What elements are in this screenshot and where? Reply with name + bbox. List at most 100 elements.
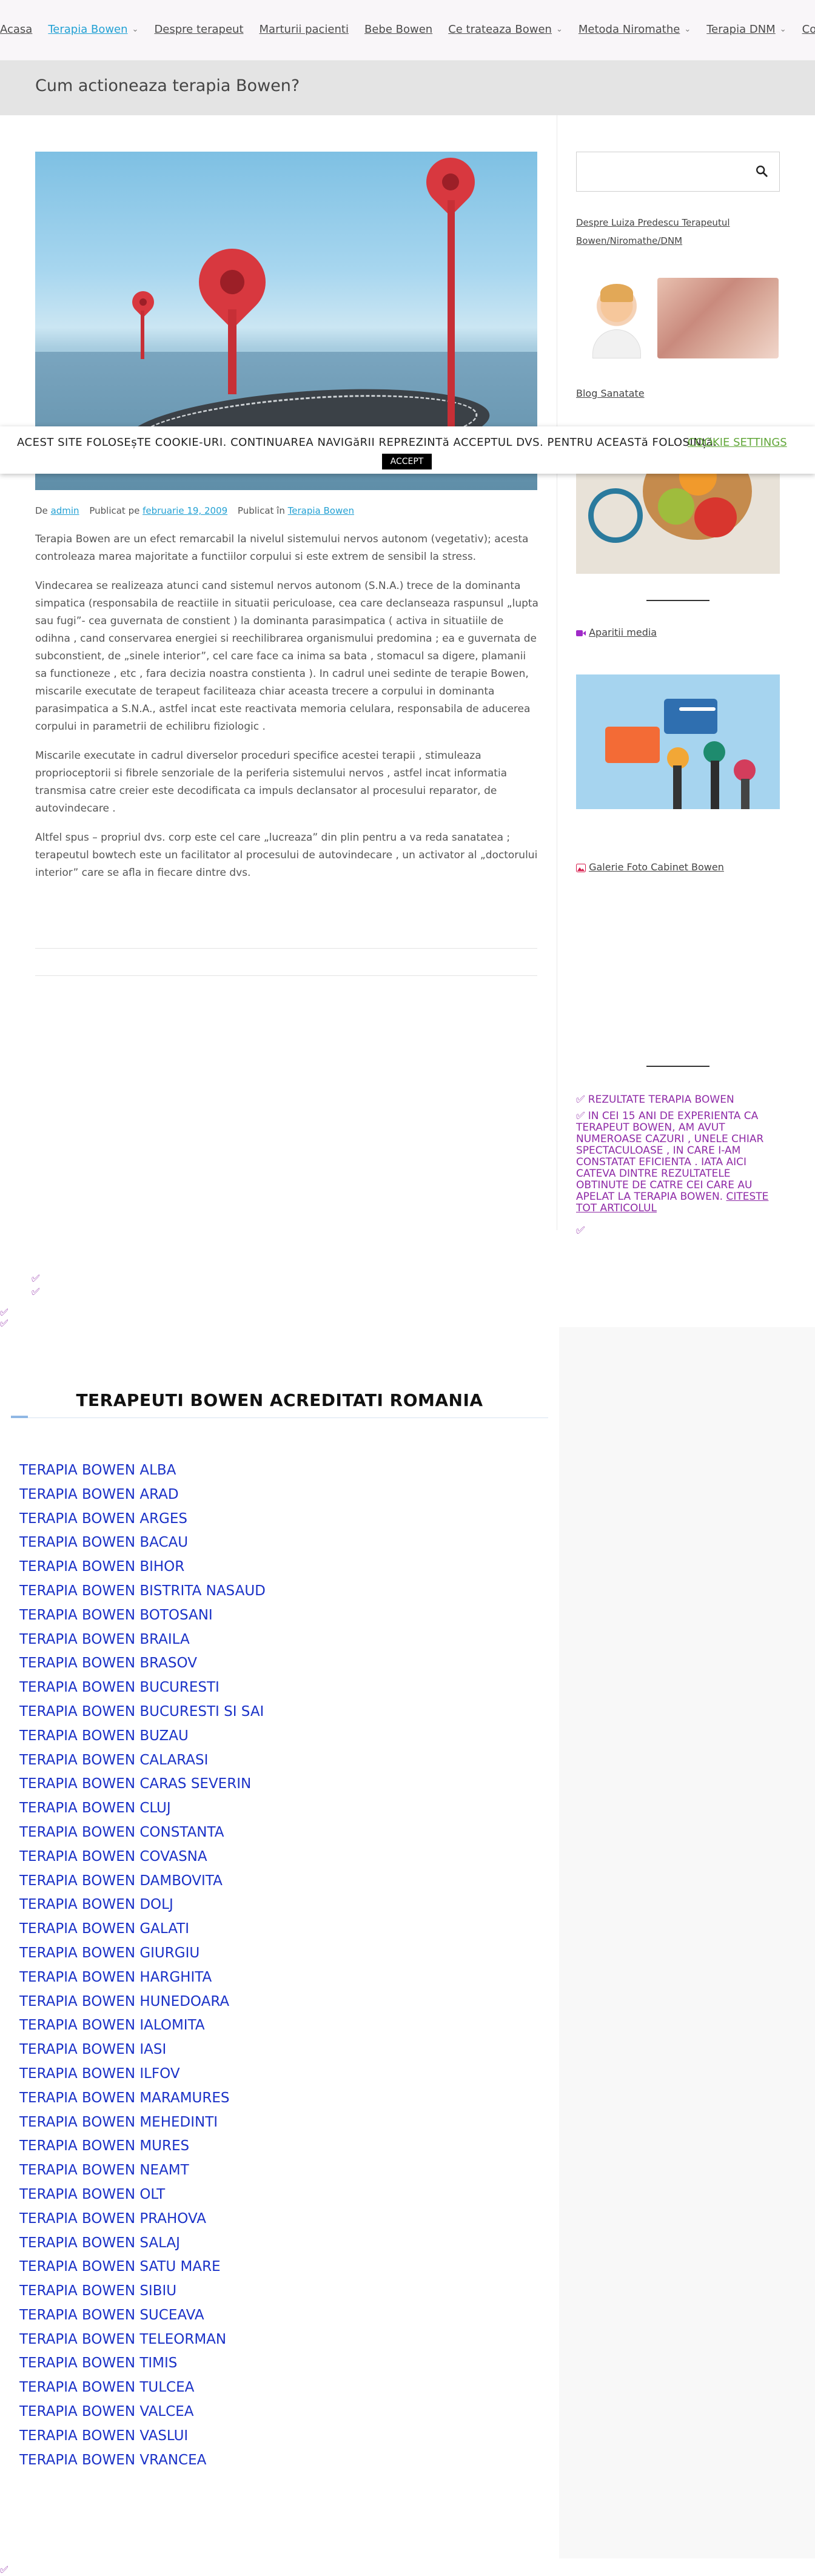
search-field[interactable] — [577, 152, 746, 191]
gallery-link-row[interactable]: Galerie Foto Cabinet Bowen — [576, 861, 724, 873]
blog-sanatate-link[interactable]: Blog Sanatate — [576, 385, 645, 403]
therapist-region-link[interactable]: TERAPIA BOWEN DAMBOVITA — [19, 1869, 266, 1894]
published-on-label: Publicat pe — [89, 505, 140, 516]
therapist-region-link[interactable]: TERAPIA BOWEN SATU MARE — [19, 2255, 266, 2279]
sidebar-search-input[interactable] — [576, 152, 780, 192]
therapist-region-link[interactable]: TERAPIA BOWEN CLUJ — [19, 1797, 266, 1821]
therapist-region-link[interactable]: TERAPIA BOWEN CALARASI — [19, 1749, 266, 1773]
nav-item-label[interactable]: Metoda Niromathe — [579, 23, 680, 36]
therapist-region-link[interactable]: TERAPIA BOWEN BUCURESTI — [19, 1676, 266, 1700]
portrait-body — [592, 329, 641, 358]
therapist-region-link[interactable]: TERAPIA BOWEN ARGES — [19, 1507, 266, 1532]
nav-item-label[interactable]: Terapia Bowen — [48, 23, 127, 36]
nav-item-label[interactable]: Acasa — [0, 23, 32, 36]
therapist-region-link[interactable]: TERAPIA BOWEN MARAMURES — [19, 2087, 266, 2111]
nav-item-label[interactable]: Bebe Bowen — [364, 23, 432, 36]
therapist-region-link[interactable]: TERAPIA BOWEN BIHOR — [19, 1555, 266, 1579]
media-link-label[interactable]: Aparitii media — [589, 627, 657, 638]
therapist-region-link[interactable]: TERAPIA BOWEN GIURGIU — [19, 1942, 266, 1966]
therapist-region-link[interactable]: TERAPIA BOWEN CARAS SEVERIN — [19, 1772, 266, 1797]
stethoscope-icon — [588, 488, 643, 543]
mic-handle — [673, 765, 682, 809]
microphone-icon — [734, 759, 756, 781]
nav-item-contact[interactable]: Contact — [802, 23, 815, 36]
therapist-region-link[interactable]: TERAPIA BOWEN GALATI — [19, 1917, 266, 1942]
therapist-region-link[interactable]: TERAPIA BOWEN DOLJ — [19, 1893, 266, 1917]
therapist-region-link[interactable]: TERAPIA BOWEN HUNEDOARA — [19, 1990, 266, 2014]
search-icon[interactable] — [755, 164, 768, 178]
about-therapist-link[interactable]: Despre Luiza Predescu Terapeutul Bowen/N… — [576, 214, 776, 250]
therapist-region-link[interactable]: TERAPIA BOWEN BRAILA — [19, 1628, 266, 1652]
therapist-region-link[interactable]: TERAPIA BOWEN BUZAU — [19, 1724, 266, 1749]
therapist-region-link[interactable]: TERAPIA BOWEN BRASOV — [19, 1652, 266, 1676]
nav-item-metoda-niromathe[interactable]: Metoda Niromathe ⌄ — [579, 23, 691, 36]
therapist-region-link[interactable]: TERAPIA BOWEN BUCURESTI SI SAI — [19, 1700, 266, 1724]
results-widget: ✅︎ REZULTATE TERAPIA BOWEN ✅︎ IN CEI 15 … — [576, 1094, 786, 1237]
check-icon: ✅︎ — [0, 2564, 8, 2575]
post-date-link[interactable]: februarie 19, 2009 — [143, 505, 227, 516]
chevron-down-icon[interactable]: ⌄ — [556, 25, 563, 34]
therapist-region-link[interactable]: TERAPIA BOWEN VALCEA — [19, 2400, 266, 2424]
therapist-region-link[interactable]: TERAPIA BOWEN ARAD — [19, 1483, 266, 1507]
pear-fruit — [658, 488, 694, 525]
nav-item-label[interactable]: Terapia DNM — [706, 23, 775, 36]
check-icon: ✅︎ — [576, 1094, 585, 1106]
check-icon: ✅︎ — [576, 1225, 585, 1237]
microphone-icon — [703, 741, 725, 763]
therapist-region-link[interactable]: TERAPIA BOWEN IASI — [19, 2038, 266, 2062]
portrait-hair — [600, 284, 633, 302]
therapist-region-link[interactable]: TERAPIA BOWEN ILFOV — [19, 2062, 266, 2087]
therapist-region-link[interactable]: TERAPIA BOWEN BISTRITA NASAUD — [19, 1579, 266, 1604]
therapist-region-link[interactable]: TERAPIA BOWEN ALBA — [19, 1459, 266, 1483]
article-paragraph: Vindecarea se realizeaza atunci cand sis… — [35, 580, 538, 733]
therapist-region-link[interactable]: TERAPIA BOWEN SALAJ — [19, 2231, 266, 2256]
therapist-region-link[interactable]: TERAPIA BOWEN MEHEDINTI — [19, 2111, 266, 2135]
therapist-region-link[interactable]: TERAPIA BOWEN COVASNA — [19, 1845, 266, 1869]
heading-underline — [11, 1417, 548, 1418]
nav-item-label[interactable]: Ce trateaza Bowen — [448, 23, 552, 36]
media-link-row[interactable]: Aparitii media — [576, 627, 657, 638]
chevron-down-icon[interactable]: ⌄ — [780, 25, 786, 34]
article-body: Terapia Bowen are un efect remarcabil la… — [35, 531, 538, 893]
therapist-region-link[interactable]: TERAPIA BOWEN TELEORMAN — [19, 2328, 266, 2352]
therapist-region-link[interactable]: TERAPIA BOWEN TIMIS — [19, 2352, 266, 2376]
nav-item-label[interactable]: Despre terapeut — [154, 23, 243, 36]
nav-item-acasa[interactable]: Acasa — [0, 23, 32, 36]
article-paragraph: Altfel spus – propriul dvs. corp este ce… — [35, 832, 538, 879]
sidebar-divider — [646, 1066, 709, 1067]
image-icon — [576, 863, 586, 872]
chevron-down-icon[interactable]: ⌄ — [684, 25, 691, 34]
therapist-region-link[interactable]: TERAPIA BOWEN MURES — [19, 2134, 266, 2159]
therapist-region-link[interactable]: TERAPIA BOWEN BOTOSANI — [19, 1604, 266, 1628]
chevron-down-icon[interactable]: ⌄ — [132, 25, 139, 34]
massage-photo — [657, 278, 779, 358]
therapist-region-link[interactable]: TERAPIA BOWEN VRANCEA — [19, 2449, 266, 2473]
nav-item-bebe-bowen[interactable]: Bebe Bowen — [364, 23, 432, 36]
therapist-region-link[interactable]: TERAPIA BOWEN SIBIU — [19, 2279, 266, 2304]
therapist-region-link[interactable]: TERAPIA BOWEN SUCEAVA — [19, 2304, 266, 2328]
therapist-region-link[interactable]: TERAPIA BOWEN CONSTANTA — [19, 1821, 266, 1845]
nav-item-marturii-pacienti[interactable]: Marturii pacienti — [260, 23, 349, 36]
nav-item-ce-trateaza-bowen[interactable]: Ce trateaza Bowen ⌄ — [448, 23, 563, 36]
author-link[interactable]: admin — [51, 505, 79, 516]
category-link[interactable]: Terapia Bowen — [288, 505, 354, 516]
therapist-region-link[interactable]: TERAPIA BOWEN IALOMITA — [19, 2014, 266, 2038]
gallery-link-label[interactable]: Galerie Foto Cabinet Bowen — [589, 861, 724, 873]
nav-item-label[interactable]: Marturii pacienti — [260, 23, 349, 36]
therapist-region-link[interactable]: TERAPIA BOWEN NEAMT — [19, 2159, 266, 2183]
cookie-consent-bar: ACEST SITE FOLOSEșTE COOKIE-URI. CONTINU… — [0, 426, 815, 474]
speech-bubble — [664, 699, 717, 734]
cookie-accept-button[interactable]: ACCEPT — [382, 454, 432, 469]
nav-item-terapia-dnm[interactable]: Terapia DNM ⌄ — [706, 23, 786, 36]
nav-item-despre-terapeut[interactable]: Despre terapeut — [154, 23, 243, 36]
nav-item-label[interactable]: Contact — [802, 23, 815, 36]
therapist-region-link[interactable]: TERAPIA BOWEN VASLUI — [19, 2424, 266, 2449]
nav-item-terapia-bowen[interactable]: Terapia Bowen ⌄ — [48, 23, 138, 36]
therapist-region-link[interactable]: TERAPIA BOWEN BACAU — [19, 1531, 266, 1555]
post-navigation-separator — [35, 975, 537, 976]
therapist-region-link[interactable]: TERAPIA BOWEN HARGHITA — [19, 1966, 266, 1990]
therapist-region-link[interactable]: TERAPIA BOWEN PRAHOVA — [19, 2207, 266, 2231]
therapist-region-link[interactable]: TERAPIA BOWEN OLT — [19, 2183, 266, 2207]
cookie-settings-link[interactable]: COOKIE SETTINGS — [688, 436, 787, 449]
therapist-region-link[interactable]: TERAPIA BOWEN TULCEA — [19, 2376, 266, 2400]
